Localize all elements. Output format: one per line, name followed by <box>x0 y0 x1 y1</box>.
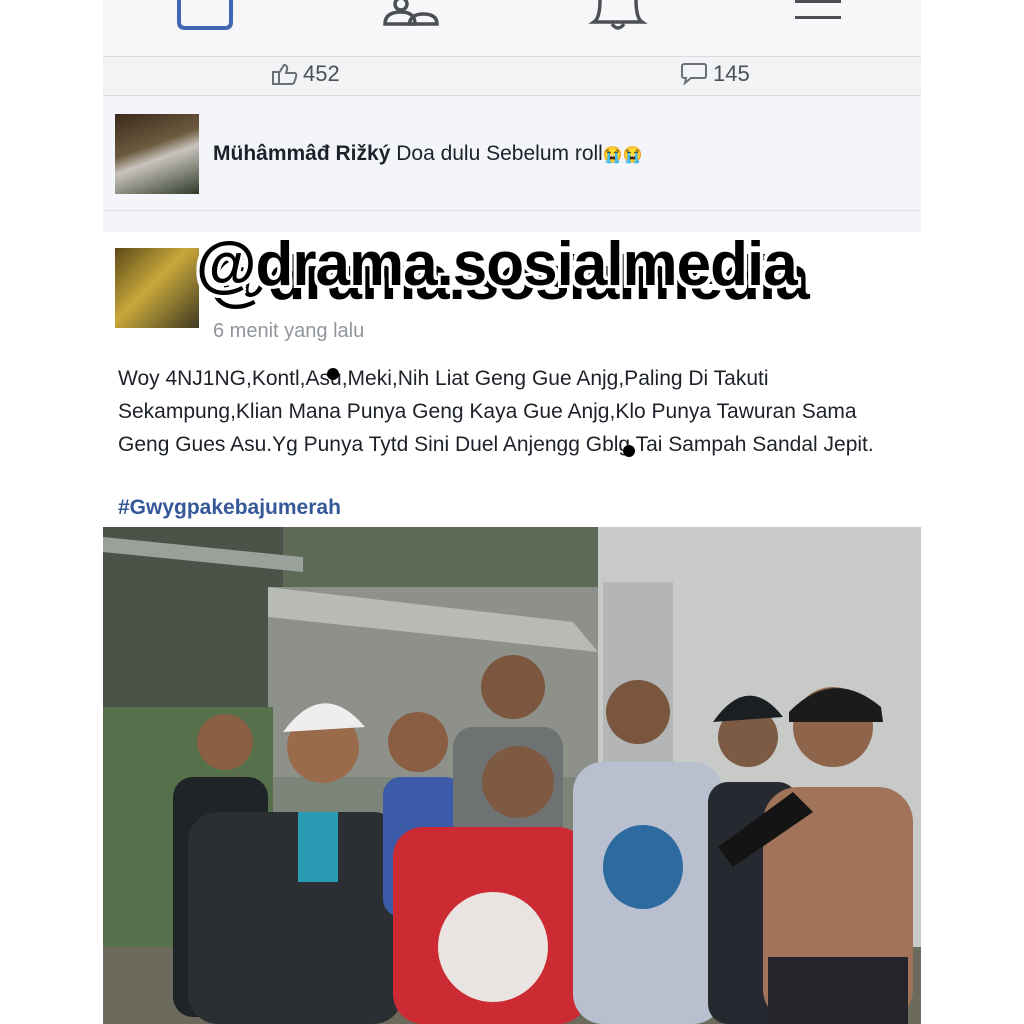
comment-preview[interactable]: Mühâmmâđ Rižký Doa dulu Sebelum roll😭😭 <box>103 98 921 211</box>
friends-icon[interactable] <box>379 0 443 30</box>
reaction-count-bar: 452 145 <box>103 57 921 96</box>
crying-emoji: 😭😭 <box>602 147 643 164</box>
post-card: 6 menit yang lalu Woy 4NJ1NG,Kontl,Asu,M… <box>103 232 921 1024</box>
comment-line: Mühâmmâđ Rižký Doa dulu Sebelum roll😭😭 <box>213 142 643 166</box>
commenter-avatar[interactable] <box>115 114 199 194</box>
comment-icon <box>681 63 707 86</box>
menu-icon[interactable] <box>793 0 845 24</box>
newsfeed-icon[interactable] <box>175 0 235 32</box>
like-icon <box>272 63 298 85</box>
post-photo[interactable] <box>103 527 921 1024</box>
watermark-handle: @drama.sosialmedia <box>196 230 798 299</box>
likes-count-text: 452 <box>303 61 340 86</box>
post-timestamp[interactable]: 6 menit yang lalu <box>213 320 364 343</box>
black-dot-marker <box>327 368 339 380</box>
top-nav-bar <box>103 0 921 57</box>
comments-count-text: 145 <box>713 61 750 86</box>
notifications-bell-icon[interactable] <box>588 0 648 32</box>
facebook-screen: 452 145 Mühâmmâđ Rižký Doa dulu Sebelum … <box>103 0 921 1024</box>
commenter-name[interactable]: Mühâmmâđ Rižký <box>213 142 390 165</box>
likes-count[interactable]: 452 <box>269 61 340 87</box>
comment-text: Doa dulu Sebelum roll <box>396 142 603 165</box>
post-text: Woy 4NJ1NG,Kontl,Asu,Meki,Nih Liat Geng … <box>118 367 874 456</box>
post-hashtag[interactable]: #Gwygpakebajumerah <box>118 496 341 520</box>
black-dot-marker <box>623 445 635 457</box>
poster-avatar[interactable] <box>115 248 199 328</box>
comments-count[interactable]: 145 <box>679 61 750 87</box>
